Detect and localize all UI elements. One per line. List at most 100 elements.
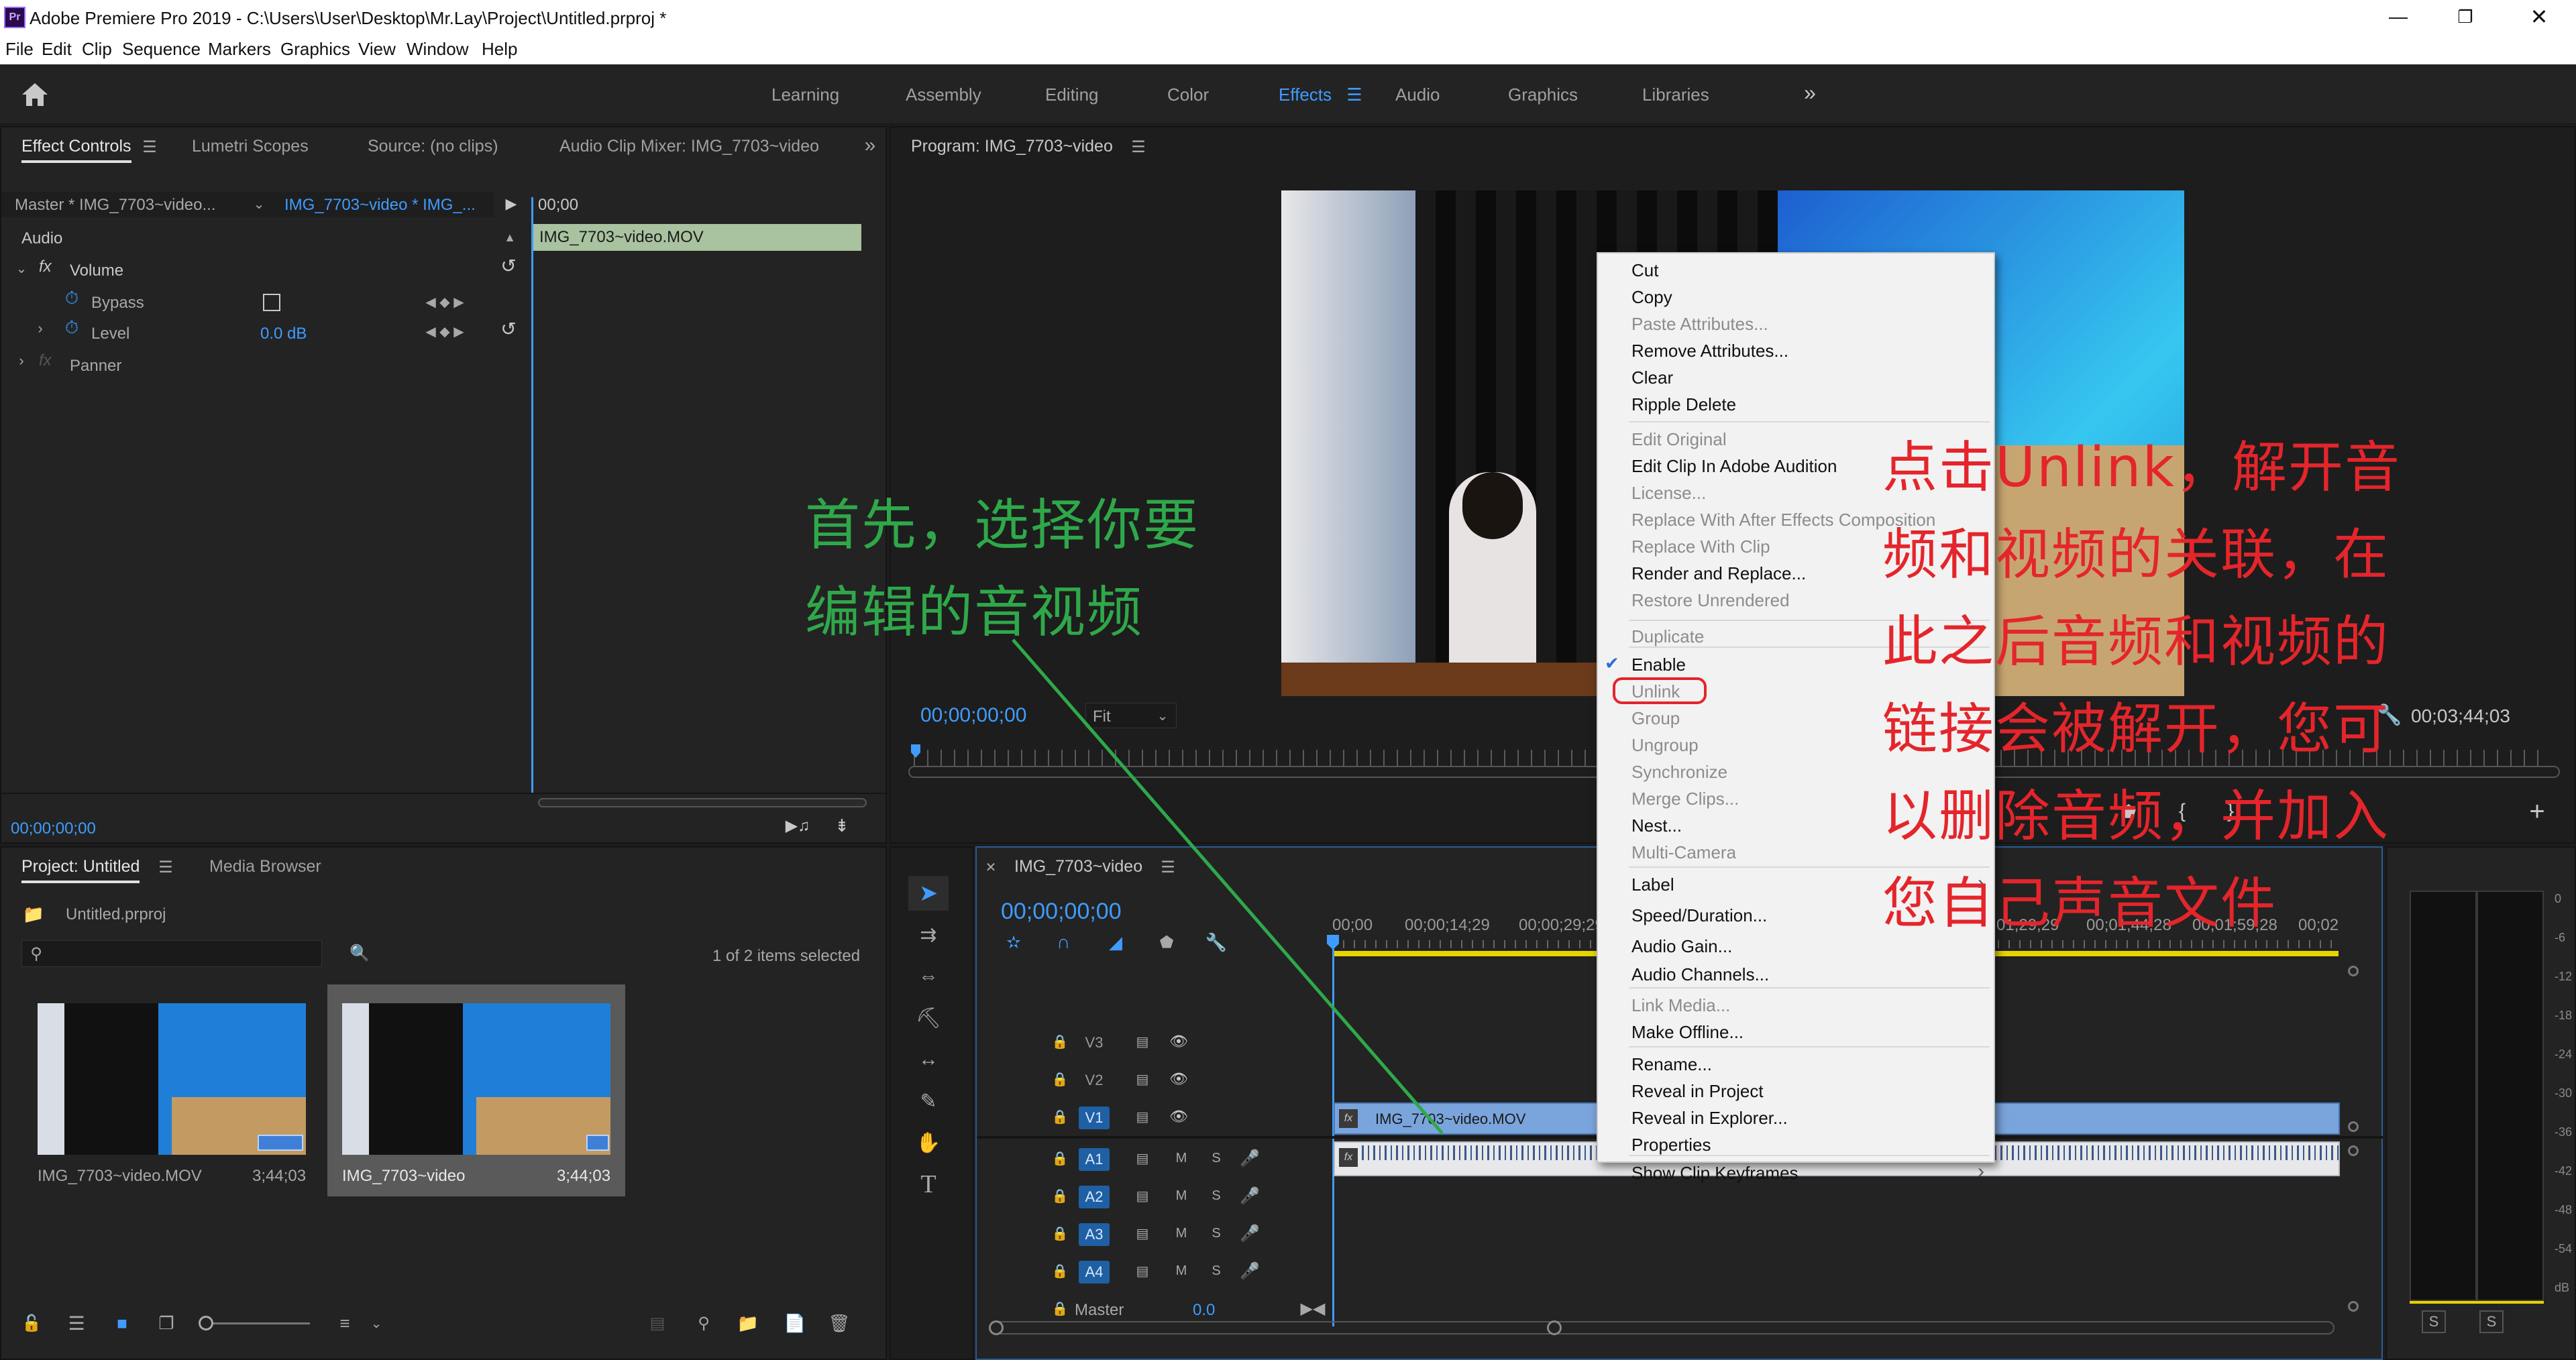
go-to-end-icon[interactable]: ▶◀ — [1301, 1297, 1326, 1320]
menu-view[interactable]: View — [358, 39, 396, 60]
mute-icon[interactable]: M — [1171, 1186, 1191, 1206]
icon-view-icon[interactable]: ■ — [109, 1312, 136, 1335]
project-item-selected[interactable]: IMG_7703~video 3;44;03 — [327, 984, 625, 1196]
solo-icon[interactable]: S — [1206, 1148, 1226, 1168]
hscroll-handle[interactable] — [1547, 1320, 1562, 1335]
close-icon[interactable]: ✕ — [2516, 0, 2563, 34]
restore-icon[interactable]: ❐ — [2442, 0, 2489, 34]
menu-item-speed-duration[interactable]: Speed/Duration... — [1631, 905, 1767, 926]
solo-icon[interactable]: S — [1206, 1261, 1226, 1281]
lock-icon[interactable]: 🔒 — [1051, 1031, 1069, 1052]
timeline-vscroll-handle[interactable] — [2348, 1301, 2359, 1312]
play-audio-icon[interactable]: ▶♫ — [786, 814, 810, 837]
program-timecode[interactable]: 00;00;00;00 — [920, 704, 1026, 727]
menu-item-rename[interactable]: Rename... — [1631, 1054, 1712, 1075]
microphone-icon[interactable]: 🎤 — [1240, 1259, 1260, 1282]
timeline-hscrollbar[interactable] — [989, 1320, 2334, 1335]
reset-volume-icon[interactable]: ↺ — [498, 255, 519, 276]
menu-sequence[interactable]: Sequence — [122, 39, 201, 60]
sync-lock-icon[interactable]: ▤ — [1131, 1223, 1154, 1243]
menu-window[interactable]: Window — [407, 39, 468, 60]
workspace-effects[interactable]: Effects — [1279, 84, 1332, 105]
menu-item-edit-clip-in-adobe-audition[interactable]: Edit Clip In Adobe Audition — [1631, 456, 1837, 477]
pen-tool-icon[interactable]: ✎ — [908, 1084, 949, 1119]
tab-lumetri-scopes[interactable]: Lumetri Scopes — [192, 137, 309, 156]
linked-selection-icon[interactable]: ∩ — [1052, 931, 1075, 954]
home-icon[interactable] — [17, 79, 52, 110]
timeline-vscroll-handle[interactable] — [2348, 1145, 2359, 1156]
menu-item-nest[interactable]: Nest... — [1631, 815, 1682, 836]
track-label[interactable]: A3 — [1079, 1223, 1110, 1246]
tab-source[interactable]: Source: (no clips) — [368, 137, 498, 156]
eye-icon[interactable]: 👁 — [1167, 1107, 1190, 1127]
menu-item-reveal-in-project[interactable]: Reveal in Project — [1631, 1081, 1764, 1102]
menu-item-properties[interactable]: Properties — [1631, 1135, 1711, 1155]
chevron-down-icon[interactable]: ⌄ — [368, 1312, 385, 1335]
sync-lock-icon[interactable]: ▤ — [1131, 1186, 1154, 1206]
menu-item-remove-attributes[interactable]: Remove Attributes... — [1631, 341, 1788, 361]
microphone-icon[interactable]: 🎤 — [1240, 1184, 1260, 1207]
insert-overwrite-icon[interactable]: ◢ — [1104, 931, 1127, 954]
timeline-vscroll-handle[interactable] — [2348, 1121, 2359, 1132]
solo-icon[interactable]: S — [1206, 1223, 1226, 1243]
menu-item-render-and-replace[interactable]: Render and Replace... — [1631, 563, 1806, 584]
workspace-editing[interactable]: Editing — [1045, 84, 1099, 105]
sync-lock-icon[interactable]: ▤ — [1131, 1148, 1154, 1168]
new-bin-icon[interactable]: 📁 — [735, 1312, 761, 1335]
workspace-color[interactable]: Color — [1167, 84, 1209, 105]
level-value[interactable]: 0.0 dB — [260, 325, 307, 343]
freeform-view-icon[interactable]: ❐ — [152, 1312, 181, 1335]
more-workspaces-icon[interactable]: » — [1798, 80, 1822, 105]
clip-selector[interactable]: IMG_7703~video * IMG_... — [272, 192, 494, 217]
keyframe-nav-icon[interactable]: ◀ ◆ ▶ — [415, 322, 475, 341]
ec-timecode[interactable]: 00;00;00;00 — [11, 819, 96, 838]
menu-item-copy[interactable]: Copy — [1631, 287, 1672, 308]
workspace-graphics[interactable]: Graphics — [1508, 84, 1578, 105]
eye-icon[interactable]: 👁 — [1167, 1069, 1190, 1089]
tab-sequence[interactable]: IMG_7703~video — [1014, 857, 1142, 876]
menu-item-make-offline[interactable]: Make Offline... — [1631, 1022, 1743, 1043]
solo-left-button[interactable]: S — [2422, 1310, 2446, 1333]
reset-level-icon[interactable]: ↺ — [498, 318, 519, 339]
panel-menu-icon[interactable]: ☰ — [156, 857, 176, 877]
hscroll-handle[interactable] — [989, 1320, 1004, 1335]
microphone-icon[interactable]: 🎤 — [1240, 1222, 1260, 1245]
panel-menu-icon[interactable]: ☰ — [140, 137, 160, 157]
automate-icon[interactable]: ▤ — [644, 1312, 671, 1335]
hand-tool-icon[interactable]: ✋ — [908, 1125, 949, 1160]
mute-icon[interactable]: M — [1171, 1148, 1191, 1168]
lock-icon[interactable]: 🔒 — [1051, 1069, 1069, 1089]
tab-audio-clip-mixer[interactable]: Audio Clip Mixer: IMG_7703~video — [559, 137, 819, 156]
sync-lock-icon[interactable]: ▤ — [1131, 1031, 1154, 1052]
new-item-icon[interactable]: 📄 — [782, 1312, 808, 1335]
timeline-timecode[interactable]: 00;00;00;00 — [1001, 899, 1122, 925]
add-button-icon[interactable]: + — [2524, 797, 2551, 826]
timeline-vscroll-handle[interactable] — [2348, 966, 2359, 976]
trash-icon[interactable]: 🗑 — [826, 1312, 852, 1335]
slip-tool-icon[interactable]: ↔ — [908, 1042, 949, 1077]
panel-menu-icon[interactable]: ☰ — [1158, 857, 1178, 877]
sync-lock-icon[interactable]: ▤ — [1131, 1069, 1154, 1089]
sort-icon[interactable]: ≡ — [333, 1312, 357, 1335]
type-tool-icon[interactable]: T — [908, 1167, 949, 1202]
menu-item-cut[interactable]: Cut — [1631, 260, 1658, 281]
workspace-audio[interactable]: Audio — [1395, 84, 1440, 105]
track-label[interactable]: A4 — [1079, 1261, 1110, 1284]
stopwatch-icon[interactable]: ⏱ — [62, 288, 82, 308]
menu-clip[interactable]: Clip — [82, 39, 112, 60]
expand-level-icon[interactable]: › — [32, 320, 48, 337]
track-label[interactable]: A1 — [1079, 1148, 1110, 1171]
menu-item-show-clip-keyframes[interactable]: Show Clip Keyframes — [1631, 1163, 1799, 1184]
track-label[interactable]: A2 — [1079, 1186, 1110, 1208]
lock-icon[interactable]: 🔒 — [1051, 1186, 1069, 1206]
find-icon[interactable]: ⚲ — [692, 1312, 715, 1335]
solo-icon[interactable]: S — [1206, 1186, 1226, 1206]
menu-item-audio-gain[interactable]: Audio Gain... — [1631, 936, 1732, 957]
sync-lock-icon[interactable]: ▤ — [1131, 1107, 1154, 1127]
fit-dropdown[interactable]: Fit ⌄ — [1085, 703, 1177, 728]
menu-item-enable[interactable]: Enable — [1631, 655, 1686, 675]
find-icon[interactable]: 🔍 — [347, 942, 372, 964]
menu-file[interactable]: File — [5, 39, 34, 60]
lock-icon[interactable]: 🔒 — [1051, 1148, 1069, 1168]
razor-tool-icon[interactable]: ⛏ — [908, 1001, 949, 1035]
